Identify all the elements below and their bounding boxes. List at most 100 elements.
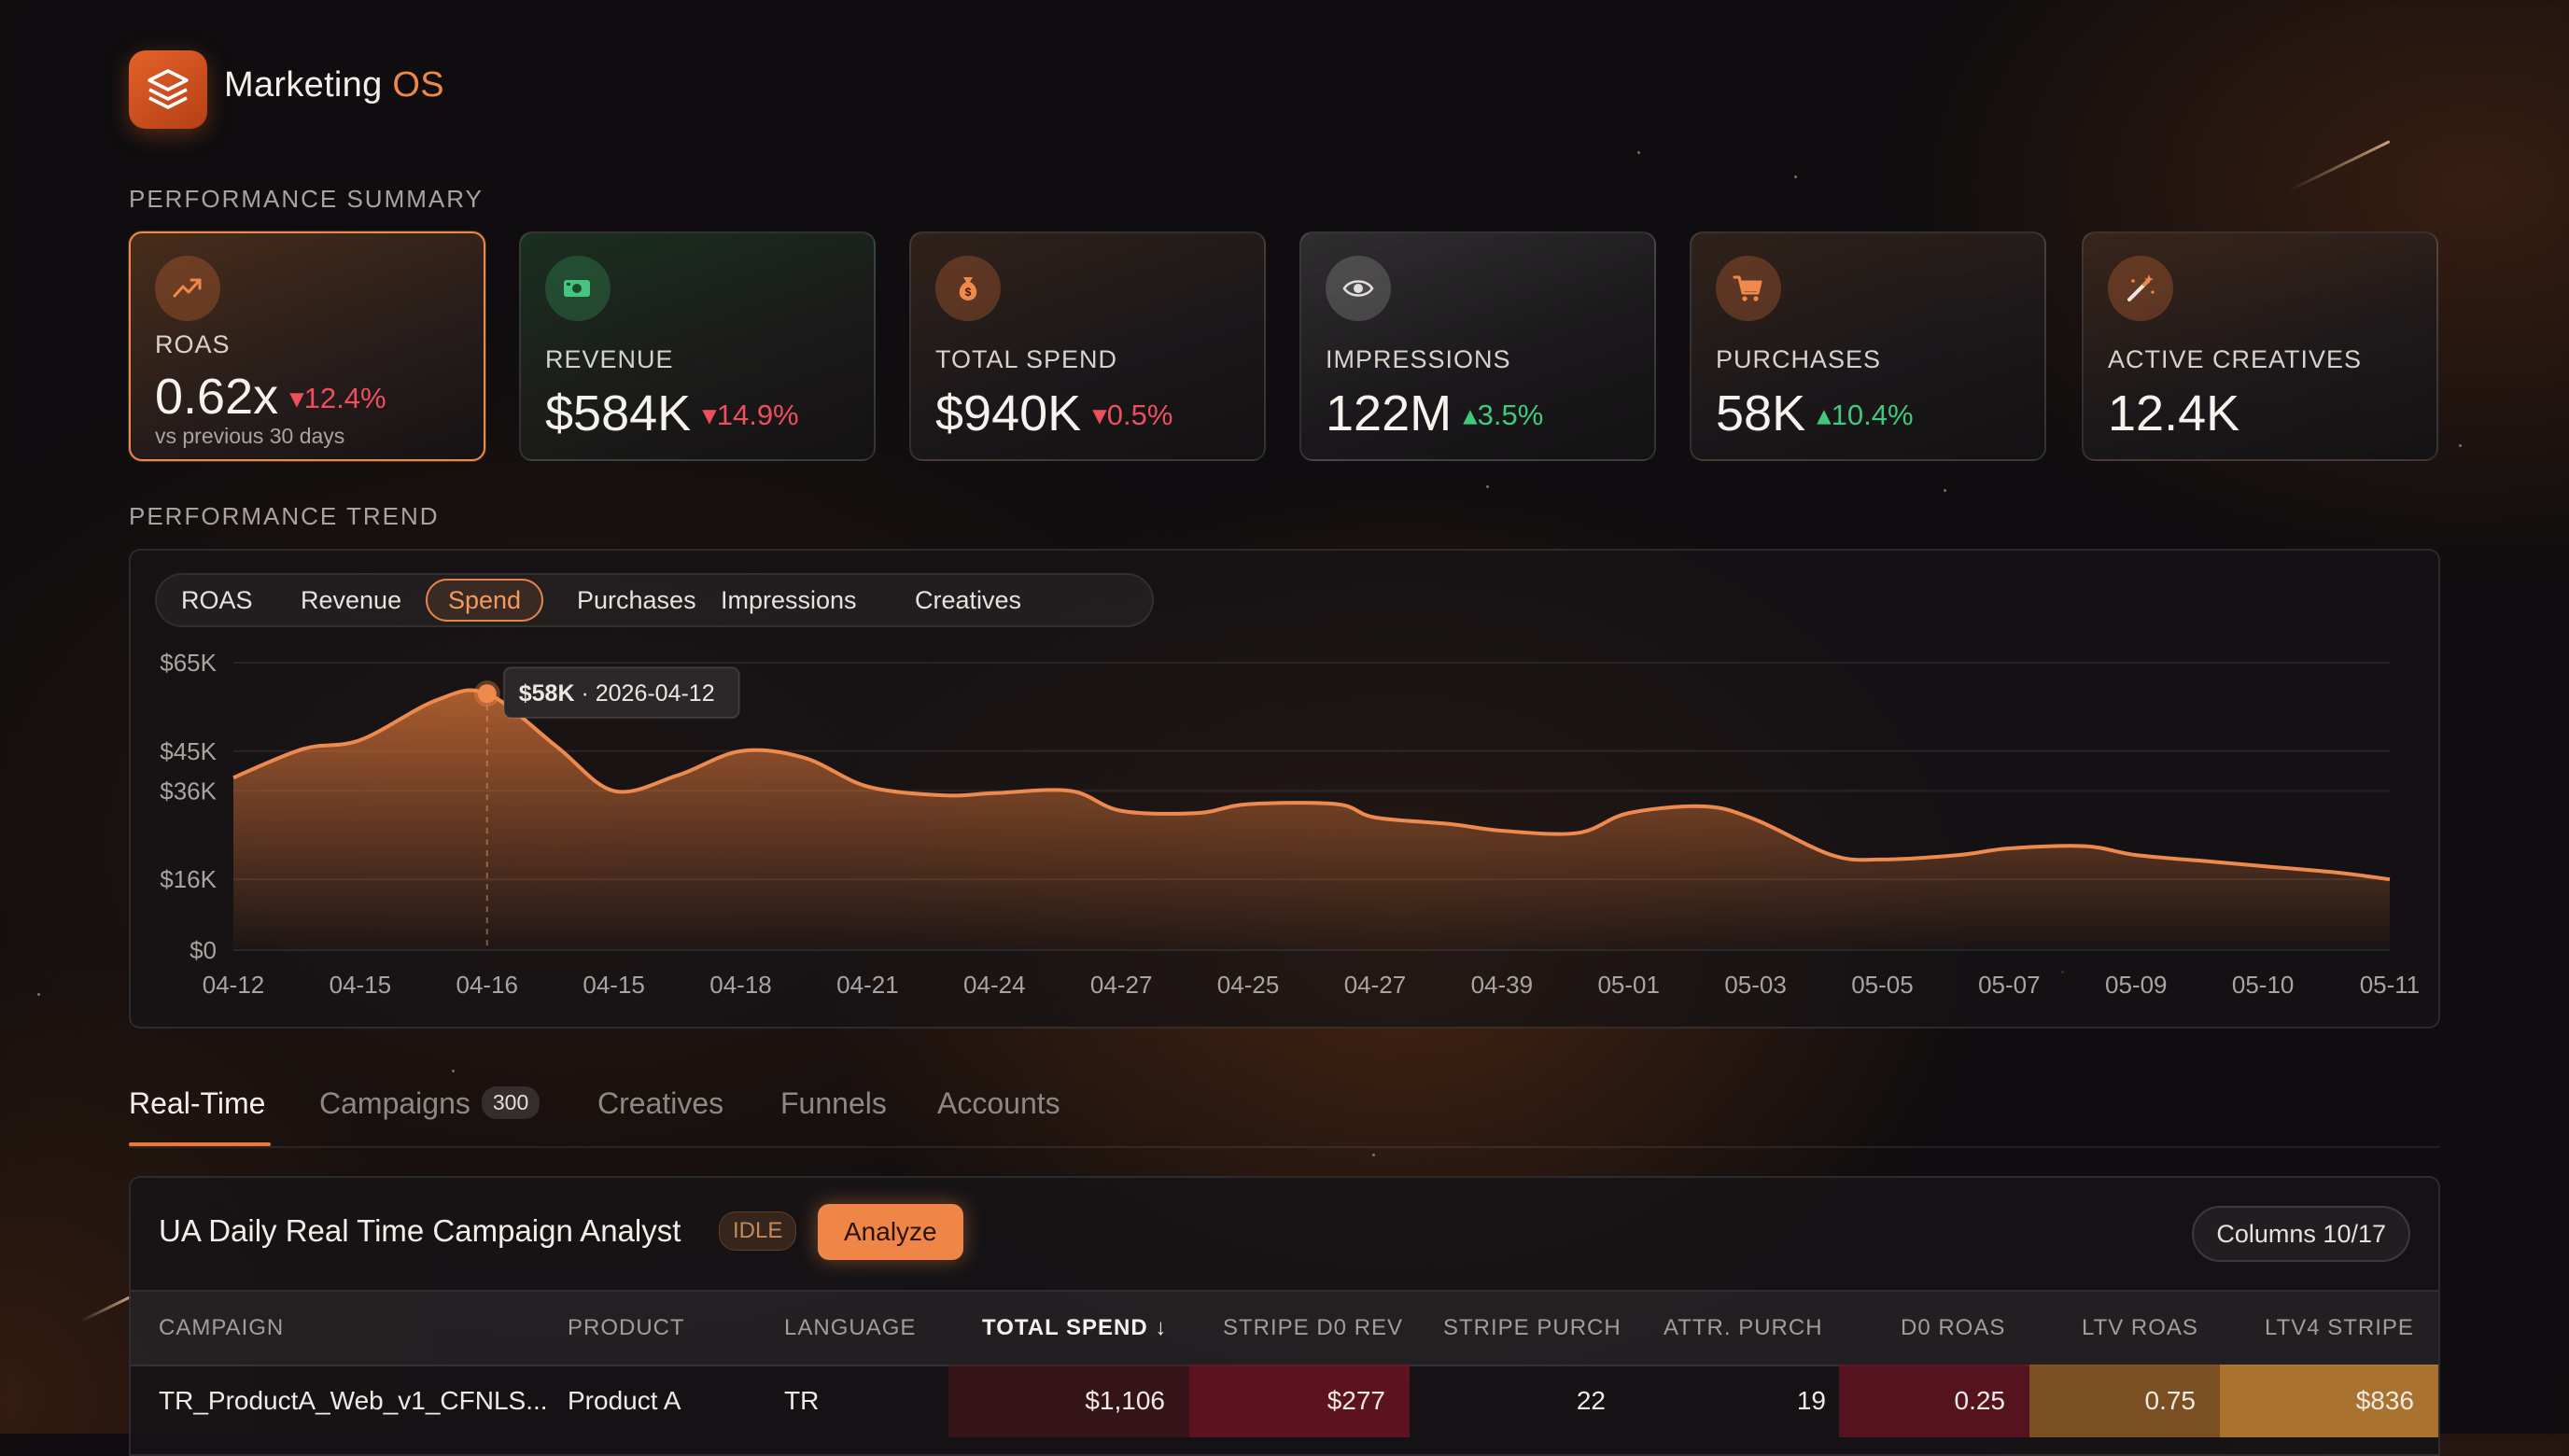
x-tick-label: 04-21: [836, 971, 899, 999]
y-tick-label: $65K: [160, 649, 217, 677]
kpi-card-impressions[interactable]: IMPRESSIONS 122M ▴3.5%: [1299, 231, 1656, 461]
tab-funnels[interactable]: Funnels: [780, 1086, 887, 1121]
kpi-label: REVENUE: [545, 345, 674, 373]
kpi-change: ▾12.4%: [289, 382, 386, 414]
table-row[interactable]: TR_ProductA_Web_v1_CFNLS... Product A TR…: [131, 1365, 2438, 1437]
x-tick-label: 04-39: [1471, 971, 1534, 999]
kpi-value: $584K ▾14.9%: [545, 385, 799, 442]
kpi-change: ▴10.4%: [1817, 399, 1914, 431]
tooltip-separator: ·: [575, 680, 596, 707]
tab-impressions[interactable]: Impressions: [700, 581, 877, 620]
column-header-ltv-roas[interactable]: LTV ROAS: [2082, 1292, 2198, 1365]
table-header: CAMPAIGN PRODUCT LANGUAGE TOTAL SPEND ↓ …: [131, 1290, 2438, 1366]
kpi-change-value: 3.5%: [1477, 399, 1544, 431]
active-tab-indicator: [129, 1142, 271, 1146]
money-bag-icon: $: [935, 256, 1001, 321]
brand-name: Marketing: [224, 65, 383, 105]
tab-campaigns[interactable]: Campaigns 300: [319, 1086, 540, 1121]
column-header-d0-roas[interactable]: D0 ROAS: [1901, 1292, 2005, 1365]
x-tick-label: 04-12: [203, 971, 265, 999]
analyze-button[interactable]: Analyze: [818, 1204, 963, 1260]
x-tick-label: 04-27: [1090, 971, 1153, 999]
background-star: [1637, 151, 1640, 154]
sort-descending-icon: ↓: [1155, 1315, 1168, 1340]
kpi-change: ▴3.5%: [1463, 399, 1544, 431]
y-tick-label: $36K: [160, 777, 217, 805]
kpi-card-roas[interactable]: ROAS 0.62x ▾12.4% vs previous 30 days: [129, 231, 485, 461]
cell-campaign[interactable]: TR_ProductA_Web_v1_CFNLS...: [159, 1365, 548, 1437]
kpi-value: 122M ▴3.5%: [1326, 385, 1543, 442]
cell-ltv4-stripe: $836: [2220, 1365, 2438, 1437]
background-meteor: [79, 1295, 132, 1323]
column-header-stripe-d0-rev[interactable]: STRIPE D0 REV: [1223, 1292, 1403, 1365]
svg-text:$: $: [965, 286, 972, 299]
kpi-card-total-spend[interactable]: $ TOTAL SPEND $940K ▾0.5%: [909, 231, 1266, 461]
x-tick-label: 05-03: [1724, 971, 1787, 999]
app-logo[interactable]: [129, 50, 207, 129]
background-star: [452, 1070, 455, 1072]
background-meteor: [2288, 140, 2391, 192]
cell-attr-purch: 19: [1796, 1386, 1826, 1415]
y-tick-label: $45K: [160, 737, 217, 765]
x-tick-label: 05-07: [1978, 971, 2041, 999]
panel-title: UA Daily Real Time Campaign Analyst: [159, 1213, 681, 1248]
cell-d0-roas: 0.25: [1839, 1365, 2029, 1437]
x-tick-label: 05-09: [2105, 971, 2168, 999]
tab-creatives-table[interactable]: Creatives: [597, 1086, 723, 1121]
kpi-card-revenue[interactable]: REVENUE $584K ▾14.9%: [519, 231, 876, 461]
status-badge: IDLE: [719, 1211, 797, 1251]
tab-creatives[interactable]: Creatives: [894, 581, 1042, 620]
cell-ltv-roas: 0.75: [2029, 1365, 2220, 1437]
column-header-total-spend-label: TOTAL SPEND: [982, 1315, 1148, 1340]
tooltip-value: $58K: [519, 680, 575, 707]
cell-stripe-d0-rev: $277: [1189, 1365, 1410, 1437]
kpi-value-text: $584K: [545, 385, 692, 441]
tab-spend[interactable]: Spend: [426, 579, 544, 622]
x-tick-label: 05-11: [2360, 971, 2421, 999]
columns-button[interactable]: Columns 10/17: [2192, 1206, 2410, 1262]
kpi-change: ▾14.9%: [702, 399, 799, 431]
kpi-change-value: 14.9%: [716, 399, 799, 431]
performance-summary-title: PERFORMANCE SUMMARY: [129, 185, 484, 213]
column-header-campaign[interactable]: CAMPAIGN: [159, 1292, 284, 1365]
column-header-total-spend[interactable]: TOTAL SPEND ↓: [982, 1292, 1167, 1365]
kpi-card-active-creatives[interactable]: ACTIVE CREATIVES 12.4K: [2082, 231, 2438, 461]
x-tick-label: 04-27: [1344, 971, 1407, 999]
column-header-language[interactable]: LANGUAGE: [784, 1292, 916, 1365]
background-star: [1372, 1154, 1375, 1156]
kpi-label: ACTIVE CREATIVES: [2108, 345, 2363, 373]
column-header-product[interactable]: PRODUCT: [568, 1292, 685, 1365]
tab-purchases[interactable]: Purchases: [556, 581, 717, 620]
tab-revenue[interactable]: Revenue: [280, 581, 422, 620]
metric-tab-bar: ROAS Revenue Spend Purchases Impressions…: [155, 573, 1154, 627]
tooltip-date: 2026-04-12: [596, 680, 715, 707]
column-header-ltv4-stripe[interactable]: LTV4 STRIPE: [2265, 1292, 2414, 1365]
column-header-attr-purch[interactable]: ATTR. PURCH: [1664, 1292, 1823, 1365]
kpi-label: IMPRESSIONS: [1326, 345, 1511, 373]
tab-accounts[interactable]: Accounts: [937, 1086, 1060, 1121]
kpi-change-value: 0.5%: [1106, 399, 1173, 431]
x-tick-label: 05-05: [1851, 971, 1914, 999]
column-header-stripe-purch[interactable]: STRIPE PURCH: [1443, 1292, 1621, 1365]
eye-icon: [1326, 256, 1391, 321]
background-star: [1944, 489, 1946, 492]
x-tick-label: 04-25: [1217, 971, 1280, 999]
app-brand: Marketing OS: [224, 65, 444, 105]
magic-wand-icon: [2108, 256, 2173, 321]
cart-icon: [1716, 256, 1781, 321]
kpi-value-text: 122M: [1326, 385, 1453, 441]
tab-real-time[interactable]: Real-Time: [129, 1086, 265, 1121]
kpi-value-text: 58K: [1716, 385, 1806, 441]
cell-total-spend: $1,106: [948, 1365, 1189, 1437]
tab-roas[interactable]: ROAS: [161, 581, 274, 620]
x-tick-label: 05-01: [1597, 971, 1660, 999]
performance-trend-title: PERFORMANCE TREND: [129, 502, 440, 530]
chart-tooltip-text: $58K · 2026-04-12: [519, 680, 715, 707]
brand-accent: OS: [392, 65, 444, 105]
kpi-value-text: $940K: [935, 385, 1082, 441]
kpi-value: $940K ▾0.5%: [935, 385, 1172, 442]
kpi-change-value: 10.4%: [1831, 399, 1914, 431]
kpi-card-purchases[interactable]: PURCHASES 58K ▴10.4%: [1690, 231, 2046, 461]
trending-up-icon: [155, 256, 220, 321]
kpi-label: PURCHASES: [1716, 345, 1882, 373]
